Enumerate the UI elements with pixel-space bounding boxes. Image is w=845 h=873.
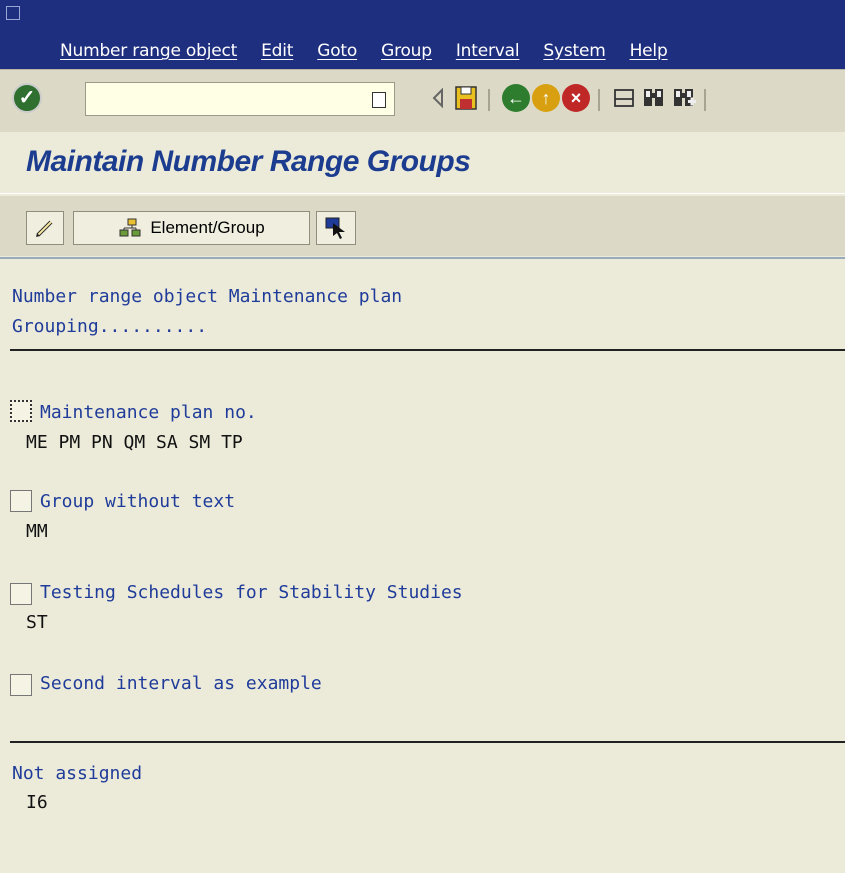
back-icon[interactable]: ←	[502, 84, 530, 112]
menu-system[interactable]: System	[543, 41, 605, 61]
menu-bar: Number range object Edit Goto Group Inte…	[0, 0, 845, 69]
menu-edit[interactable]: Edit	[261, 41, 293, 61]
object-line: Number range object Maintenance plan	[12, 286, 403, 307]
enter-icon[interactable]: ✓	[12, 83, 42, 113]
command-field[interactable]	[85, 82, 395, 116]
find-next-icon[interactable]	[670, 84, 698, 112]
edit-button[interactable]	[26, 211, 64, 245]
print-icon[interactable]	[610, 84, 638, 112]
exit-icon[interactable]: ↑	[532, 84, 560, 112]
menu-items: Number range object Edit Goto Group Inte…	[60, 41, 692, 61]
command-history-icon[interactable]	[372, 92, 386, 108]
not-assigned-label: Not assigned	[12, 763, 143, 784]
title-divider	[0, 193, 845, 194]
group-name[interactable]: Group without text	[40, 491, 235, 512]
toolbar-separator	[704, 89, 706, 111]
menu-number-range-object[interactable]: Number range object	[60, 41, 237, 61]
cancel-icon[interactable]: ×	[562, 84, 590, 112]
toolbar-separator	[598, 89, 600, 111]
group-elements: MM	[26, 521, 48, 542]
group-checkbox[interactable]	[10, 400, 32, 422]
cursor-select-icon	[325, 217, 345, 239]
group-list: Number range object Maintenance plan Gro…	[0, 260, 845, 873]
menu-help[interactable]: Help	[630, 41, 668, 61]
group-name[interactable]: Testing Schedules for Stability Studies	[40, 582, 463, 603]
grouping-line: Grouping..........	[12, 316, 208, 337]
group-checkbox[interactable]	[10, 674, 32, 696]
header-divider	[10, 349, 845, 351]
page-title: Maintain Number Range Groups	[26, 145, 471, 178]
group-checkbox[interactable]	[10, 490, 32, 512]
toolbar-separator	[488, 89, 490, 111]
select-button[interactable]	[316, 211, 356, 245]
application-toolbar: Element/Group	[0, 196, 845, 256]
save-icon[interactable]	[452, 84, 480, 112]
group-elements: ME PM PN QM SA SM TP	[26, 432, 243, 453]
menu-goto[interactable]: Goto	[317, 41, 357, 61]
find-icon[interactable]	[640, 84, 668, 112]
pencil-icon	[36, 220, 53, 237]
not-assigned-divider	[10, 741, 845, 743]
group-name[interactable]: Maintenance plan no.	[40, 402, 257, 423]
system-menu-icon[interactable]	[6, 6, 20, 20]
back-arrow-icon[interactable]	[425, 84, 453, 112]
group-checkbox[interactable]	[10, 583, 32, 605]
menu-group[interactable]: Group	[381, 41, 432, 61]
group-elements: ST	[26, 612, 48, 633]
element-group-button[interactable]: Element/Group	[73, 211, 310, 245]
group-name[interactable]: Second interval as example	[40, 673, 322, 694]
hierarchy-icon	[119, 218, 141, 237]
element-group-label: Element/Group	[150, 218, 265, 237]
not-assigned-elements: I6	[26, 792, 48, 813]
menu-interval[interactable]: Interval	[456, 41, 520, 61]
toolbar-divider	[0, 257, 845, 259]
standard-toolbar: ✓ ← ↑ ×	[0, 69, 845, 132]
